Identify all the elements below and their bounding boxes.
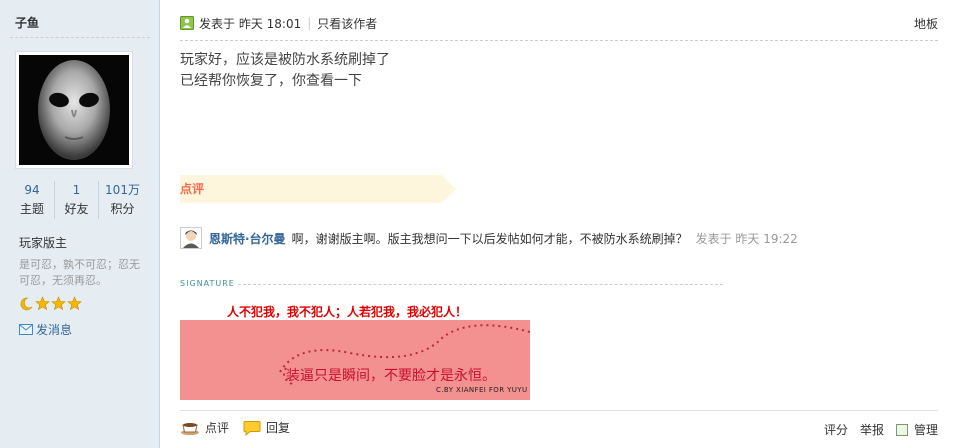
stat-friends-label: 好友 (64, 202, 89, 216)
floor-number[interactable]: 地板 (914, 15, 938, 32)
star-icon (67, 296, 82, 311)
stat-friends-value: 1 (72, 183, 81, 197)
post-actions: 点评 回复 (180, 419, 304, 436)
author-rank: 玩家版主 (19, 236, 68, 250)
comment-time: 发表于 昨天 19:22 (695, 231, 798, 246)
post-time: 发表于 昨天 18:01 (199, 16, 302, 31)
post-body-line: 玩家好，应该是被防水系统刷掉了 (180, 52, 390, 68)
signature-divider (238, 284, 723, 285)
post-content: 玩家好，应该是被防水系统刷掉了 已经帮你恢复了，你查看一下 (180, 50, 390, 92)
moon-icon (20, 297, 33, 311)
commenter-avatar[interactable] (180, 227, 202, 249)
stat-threads-label: 主题 (19, 202, 44, 216)
signature-image: 装逼只是瞬间，不要脸才是永恒。 C.BY XIANFEI FOR YUYU (180, 320, 530, 400)
coffee-cup-icon (181, 422, 199, 435)
signature-label: SIGNATURE (180, 279, 235, 288)
comments-header-label: 点评 (180, 182, 205, 196)
avatar[interactable] (15, 51, 133, 169)
send-message-label: 发消息 (36, 323, 73, 337)
comment-item: 恩斯特·台尔曼 啊，谢谢版主啊。版主我想问一下以后发帖如何才能，不被防水系统刷掉… (180, 227, 798, 249)
divider (180, 40, 938, 41)
author-name[interactable]: 子鱼 (15, 14, 39, 31)
report-link[interactable]: 举报 (860, 421, 884, 438)
reply-button[interactable]: 回复 (243, 419, 290, 436)
rank-stars (19, 296, 82, 311)
post-main: 发表于 昨天 18:01 | 只看该作者 地板 玩家好，应该是被防水系统刷掉了 … (161, 0, 956, 448)
avatar-image (19, 55, 129, 165)
signature-image-credit: C.BY XIANFEI FOR YUYU (436, 386, 528, 394)
signature-text: 人不犯我，我不犯人；人若犯我，我必犯人！ (227, 305, 468, 319)
send-message-link[interactable]: 发消息 (19, 321, 72, 338)
header-pipe: | (307, 16, 312, 30)
author-sidebar: 子鱼 94 主题 1 好友 101万 积分 玩家版主 是可忍，孰不可忍；忍无可忍… (0, 0, 160, 448)
stat-threads-value: 94 (24, 183, 40, 197)
stat-points[interactable]: 101万 积分 (99, 181, 146, 219)
checkbox-icon (895, 423, 908, 436)
comment-text: 啊，谢谢版主啊。版主我想问一下以后发帖如何才能，不被防水系统刷掉？ (291, 231, 688, 246)
comments-header: 点评 (180, 175, 456, 203)
commenter-name[interactable]: 恩斯特·台尔曼 (209, 230, 286, 247)
divider (180, 410, 938, 411)
author-only-link[interactable]: 只看该作者 (317, 15, 377, 32)
divider (10, 37, 150, 38)
stat-points-label: 积分 (110, 202, 135, 216)
manage-label: 管理 (913, 423, 938, 437)
speech-bubble-icon (243, 420, 261, 436)
comments-header-bg (180, 175, 456, 203)
stat-friends[interactable]: 1 好友 (55, 181, 99, 219)
rate-link[interactable]: 评分 (824, 421, 848, 438)
envelope-icon (19, 324, 33, 335)
stat-threads[interactable]: 94 主题 (10, 181, 55, 219)
author-stats: 94 主题 1 好友 101万 积分 (10, 181, 150, 219)
signature-image-text: 装逼只是瞬间，不要脸才是永恒。 (286, 368, 496, 384)
stat-points-value: 101万 (105, 183, 140, 197)
post-body-line: 已经帮你恢复了，你查看一下 (180, 73, 362, 89)
post-admin-actions: 评分 举报 管理 (812, 421, 938, 438)
manage-checkbox[interactable]: 管理 (895, 421, 938, 438)
online-status-icon (180, 16, 194, 30)
star-icon (35, 296, 50, 311)
star-icon (51, 296, 66, 311)
comment-button[interactable]: 点评 (180, 419, 229, 436)
comment-button-label: 点评 (205, 421, 230, 435)
post-header: 发表于 昨天 18:01 | 只看该作者 地板 (180, 14, 938, 32)
reply-button-label: 回复 (266, 421, 291, 435)
author-motto: 是可忍，孰不可忍；忍无可忍，无须再忍。 (19, 258, 140, 287)
